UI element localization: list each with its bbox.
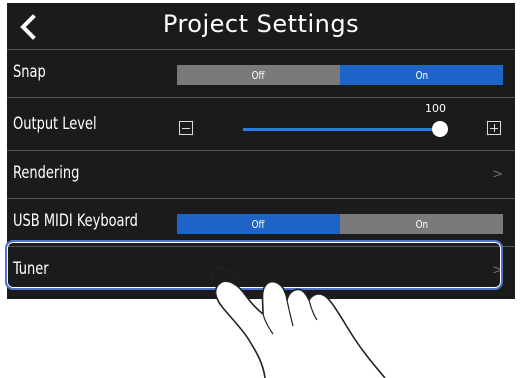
output-level-slider-track[interactable]	[243, 128, 441, 131]
usb-midi-keyboard-toggle: Off On	[177, 214, 503, 234]
row-snap: Snap Off On	[7, 50, 515, 98]
snap-toggle: Off On	[177, 65, 503, 85]
usb-midi-keyboard-label: USB MIDI Keyboard	[13, 211, 138, 231]
snap-on-option[interactable]: On	[340, 65, 503, 85]
page-title: Project Settings	[162, 10, 360, 38]
decrease-button[interactable]	[179, 121, 193, 135]
output-level-slider-knob[interactable]	[432, 121, 448, 137]
row-rendering[interactable]: Rendering >	[7, 151, 515, 199]
header-bar: Project Settings	[7, 3, 515, 50]
tap-hand-icon	[211, 266, 386, 378]
row-output-level: Output Level 100	[7, 98, 515, 151]
increase-button[interactable]	[487, 121, 501, 135]
rendering-label: Rendering	[13, 163, 80, 183]
chevron-right-icon: >	[492, 167, 503, 182]
usb-midi-on-option[interactable]: On	[340, 214, 503, 234]
usb-midi-off-option[interactable]: Off	[177, 214, 340, 234]
output-level-value: 100	[425, 102, 446, 115]
output-level-label: Output Level	[13, 114, 97, 134]
snap-off-option[interactable]: Off	[177, 65, 340, 85]
snap-label: Snap	[13, 62, 46, 82]
